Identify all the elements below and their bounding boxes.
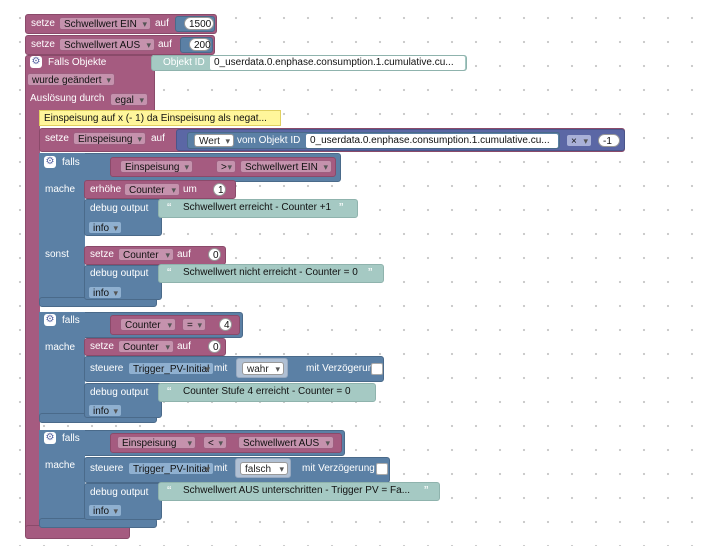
debug-message[interactable]: Schwellwert AUS unterschritten - Trigger… [183,484,410,498]
level-dropdown[interactable]: info [88,504,122,518]
debug-label: debug output [90,203,149,214]
quote-open-icon: “ [167,384,172,399]
var-dropdown-schwellwert-ein[interactable]: Schwellwert EIN [59,17,151,31]
comment-note[interactable]: Einspeisung auf x (- 1) da Einspeisung a… [39,110,281,126]
bool-dropdown[interactable]: wahr [242,362,284,376]
mache-label: mache [45,342,76,353]
debug-label: debug output [90,268,149,279]
mit-label: mit [214,363,228,374]
debug-message[interactable]: Schwellwert nicht erreicht - Counter = 0 [183,266,358,280]
var-dropdown-einspeisung[interactable]: Einspeisung [120,160,193,174]
debug-label: debug output [90,487,149,498]
falls-label: falls [62,315,80,326]
level-dropdown[interactable]: info [88,286,122,300]
var-dropdown-counter[interactable]: Counter [120,318,176,332]
var-dropdown-schwellwert-ein[interactable]: Schwellwert EIN [240,160,332,174]
number-field[interactable]: 0 [208,340,221,353]
bool-dropdown[interactable]: falsch [240,462,288,476]
quote-open-icon: “ [167,200,172,215]
delay-checkbox[interactable] [371,363,383,375]
quote-open-icon: “ [167,265,172,280]
number-field[interactable]: 4 [219,318,232,331]
operator-dropdown[interactable]: < [203,436,227,450]
number-field[interactable]: 1 [213,183,226,196]
changed-dropdown[interactable]: wurde geändert [27,73,115,87]
trigger-body-stripe [25,110,40,535]
object-id-label: Objekt ID [163,57,205,68]
gear-icon[interactable]: ⚙ [44,314,56,326]
set-keyword: setze [31,39,55,50]
object-dropdown[interactable]: Trigger_PV-Initial [128,462,214,476]
object-id-field[interactable]: 0_userdata.0.enphase.consumption.1.cumul… [306,134,558,148]
var-dropdown-counter[interactable]: Counter [118,248,174,262]
set-keyword: setze [90,341,114,352]
set-keyword: setze [45,133,69,144]
if-block-1-rail [39,153,85,303]
quote-open-icon: “ [167,483,172,498]
auf-label: auf [155,18,169,29]
wert-dropdown[interactable]: Wert [194,134,234,148]
sonst-label: sonst [45,249,69,260]
mit-label: mit [214,463,228,474]
um-label: um [183,184,197,195]
delay-checkbox[interactable] [376,463,388,475]
debug-label: debug output [90,387,149,398]
number-field[interactable]: 1500 [184,17,214,30]
debug-message[interactable]: Counter Stufe 4 erreicht - Counter = 0 [183,385,351,399]
operator-dropdown[interactable]: > [216,160,236,174]
var-dropdown-schwellwert-aus[interactable]: Schwellwert AUS [59,38,155,52]
object-id-field[interactable]: 0_userdata.0.enphase.consumption.1.cumul… [210,56,465,70]
falls-label: falls [62,157,80,168]
var-dropdown-counter[interactable]: Counter [124,183,180,197]
delay-label: mit Verzögerung [306,363,379,374]
number-field[interactable]: 0 [208,248,221,261]
set-keyword: setze [90,249,114,260]
quote-close-icon: ” [339,200,344,215]
increment-keyword: erhöhe [90,184,122,195]
auf-label: auf [158,39,172,50]
falls-label: falls [62,433,80,444]
gear-icon[interactable]: ⚙ [30,56,42,68]
var-dropdown-einspeisung[interactable]: Einspeisung [117,436,196,450]
var-dropdown-counter[interactable]: Counter [118,340,174,354]
ausloesung-label: Auslösung durch [30,93,105,104]
trigger-title: Falls Objekte [48,57,107,68]
level-dropdown[interactable]: info [88,404,122,418]
var-dropdown-einspeisung[interactable]: Einspeisung [73,132,146,146]
auf-label: auf [177,341,191,352]
if-block-2-rail [39,312,85,420]
mache-label: mache [45,184,76,195]
level-dropdown[interactable]: info [88,221,122,235]
debug-message[interactable]: Schwellwert erreicht - Counter +1 [183,201,331,215]
ausloesung-dropdown[interactable]: egal [110,93,148,107]
quote-close-icon: ” [368,265,373,280]
gear-icon[interactable]: ⚙ [44,156,56,168]
steuere-label: steuere [90,463,124,474]
operator-dropdown[interactable]: = [182,318,206,332]
quote-close-icon: ” [424,483,429,498]
mache-label: mache [45,460,76,471]
auf-label: auf [177,249,191,260]
var-dropdown-schwellwert-aus[interactable]: Schwellwert AUS [238,436,334,450]
vom-objekt-label: vom Objekt ID [237,135,301,146]
delay-label: mit Verzögerung [302,463,375,474]
number-field[interactable]: -1 [598,134,620,147]
set-keyword: setze [31,18,55,29]
auf-label: auf [151,133,165,144]
number-field[interactable]: 200 [189,38,211,51]
operator-dropdown[interactable]: × [566,134,592,148]
object-dropdown[interactable]: Trigger_PV-Initial [128,362,214,376]
gear-icon[interactable]: ⚙ [44,432,56,444]
steuere-label: steuere [90,363,124,374]
